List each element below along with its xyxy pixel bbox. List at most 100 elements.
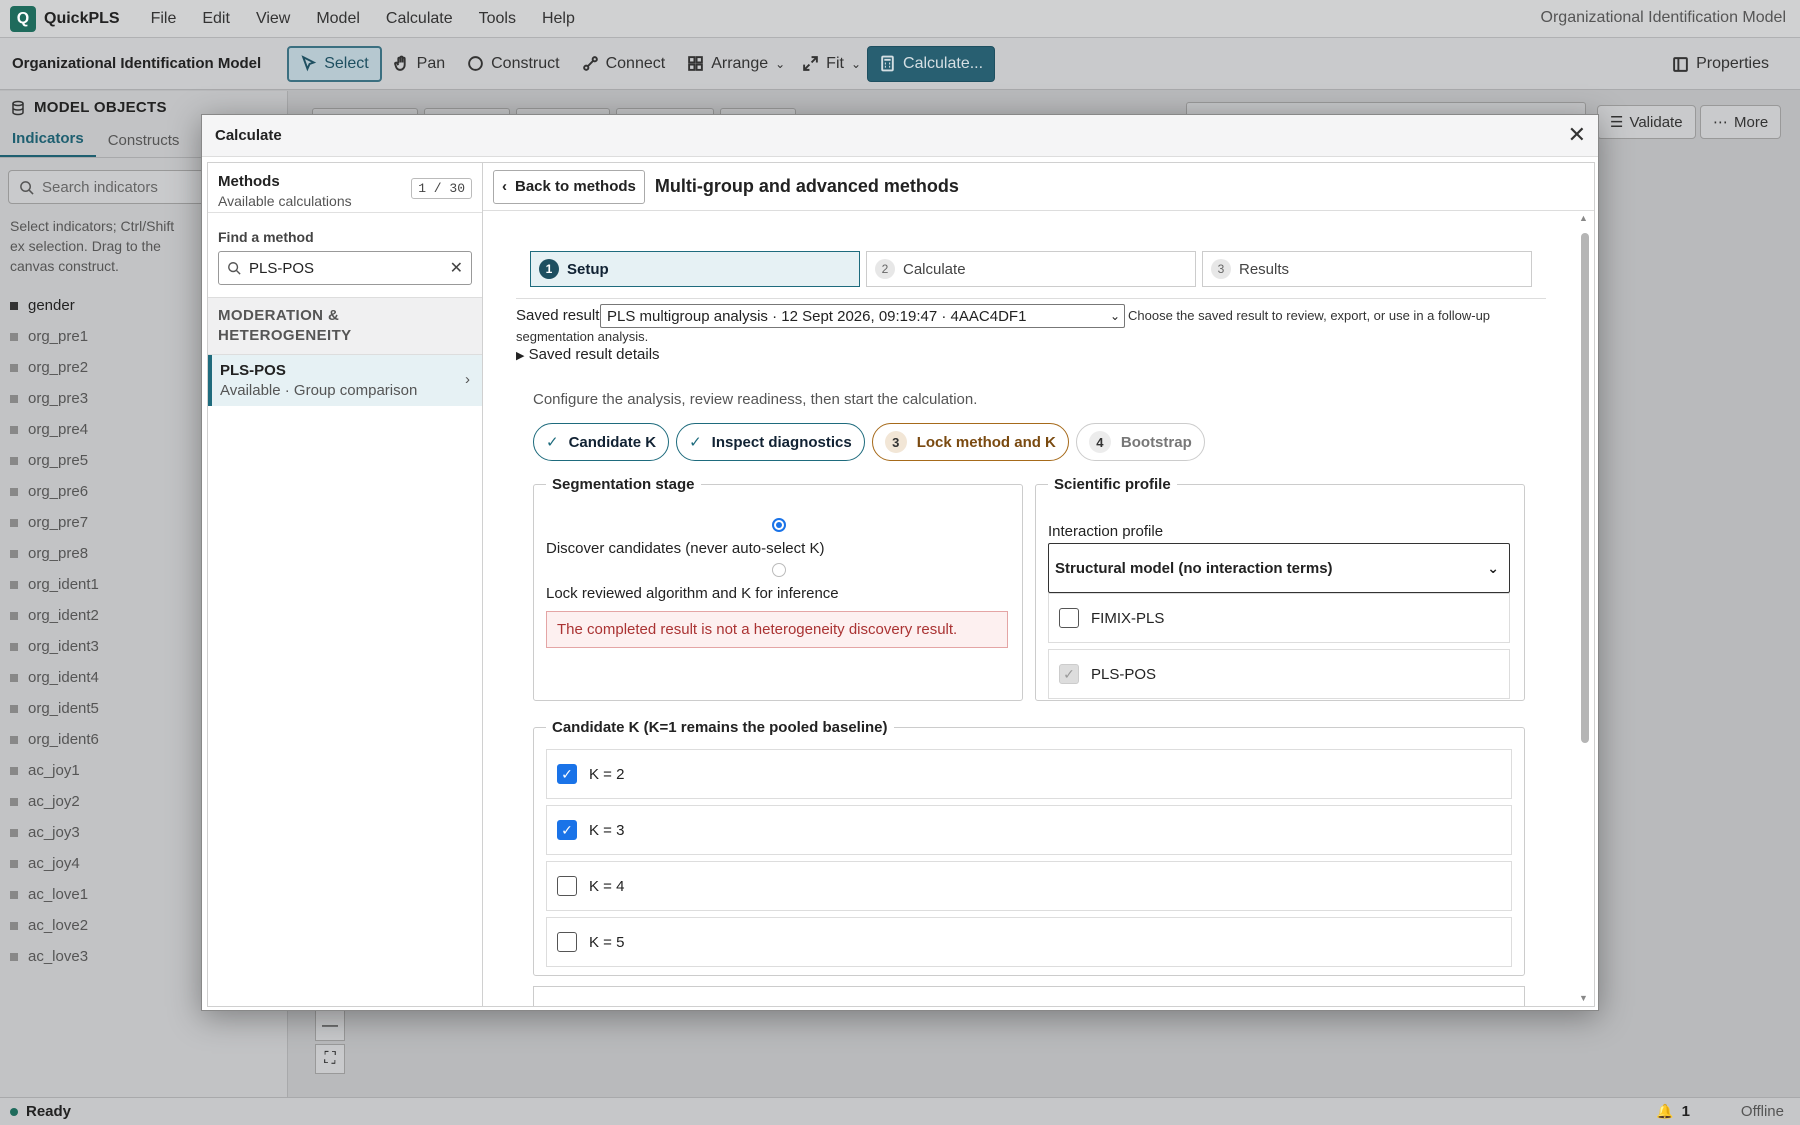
more-button[interactable]: ⋯ More <box>1700 105 1782 139</box>
indicator-label: org_pre8 <box>28 545 89 562</box>
content-scrollbar[interactable]: ▲ ▼ <box>1579 213 1591 1003</box>
indicator-square-icon <box>10 797 18 806</box>
fullscreen-icon: ⛶ <box>324 1050 336 1067</box>
properties-button[interactable]: Properties <box>1661 46 1780 82</box>
step-number: 2 <box>875 259 895 279</box>
menu-edit[interactable]: Edit <box>189 10 243 28</box>
step-results[interactable]: 3 Results <box>1202 251 1532 287</box>
pill-label: Inspect diagnostics <box>711 433 852 451</box>
connect-tool-button[interactable]: Connect <box>571 46 677 82</box>
pill-lock-method[interactable]: 3 Lock method and K <box>871 423 1069 461</box>
panel-icon <box>1673 56 1688 72</box>
menu-calculate[interactable]: Calculate <box>373 10 466 28</box>
k4-checkbox[interactable] <box>557 876 577 896</box>
circle-icon <box>468 56 483 71</box>
back-label: Back to methods <box>515 178 636 195</box>
notifications[interactable]: 🔔 1 <box>1656 1103 1690 1120</box>
indicator-label: org_ident3 <box>28 638 99 655</box>
grid-icon <box>688 56 704 71</box>
main-toolbar: Organizational Identification Model Sele… <box>0 38 1800 90</box>
dialog-title: Calculate <box>202 115 1598 157</box>
indicator-square-icon <box>10 921 18 930</box>
step-setup[interactable]: 1 Setup <box>530 251 860 287</box>
fit-label: Fit <box>826 54 844 72</box>
construct-tool-button[interactable]: Construct <box>456 46 570 82</box>
saved-result-row: Saved result PLS multigroup analysis · 1… <box>516 304 1546 344</box>
menu-help[interactable]: Help <box>529 10 588 28</box>
window-title: Organizational Identification Model <box>1540 9 1786 26</box>
saved-result-details-toggle[interactable]: ▶ Saved result details <box>516 346 660 363</box>
scroll-thumb[interactable] <box>1581 233 1589 743</box>
menu-file[interactable]: File <box>138 10 190 28</box>
check-icon: ✓ <box>689 434 702 451</box>
indicator-square-icon <box>10 363 18 372</box>
pan-tool-button[interactable]: Pan <box>382 46 456 82</box>
validate-button[interactable]: ☰ Validate <box>1597 105 1696 139</box>
method-item-pls-pos[interactable]: PLS-POS Available · Group comparison › <box>208 355 482 406</box>
fimix-option[interactable]: FIMIX-PLS <box>1048 593 1510 643</box>
k-option[interactable]: K = 5 <box>546 917 1512 967</box>
clear-search-icon[interactable]: ✕ <box>450 258 463 278</box>
content-title: Multi-group and advanced methods <box>654 176 959 196</box>
menu-model[interactable]: Model <box>303 10 373 28</box>
k-option[interactable]: ✓ K = 2 <box>546 749 1512 799</box>
radio-lock[interactable] <box>772 563 786 577</box>
fit-chevron-down-icon[interactable]: ⌄ <box>851 57 861 71</box>
connect-icon <box>582 56 598 71</box>
step-label: Calculate <box>903 260 966 278</box>
cursor-icon <box>301 55 317 72</box>
scroll-down-icon[interactable]: ▼ <box>1579 993 1588 1003</box>
step-calculate[interactable]: 2 Calculate <box>866 251 1196 287</box>
candidate-k-legend: Candidate K (K=1 remains the pooled base… <box>552 719 888 736</box>
pill-candidate-k[interactable]: ✓ Candidate K <box>533 423 670 461</box>
tab-constructs[interactable]: Constructs <box>96 132 192 157</box>
details-label: Saved result details <box>528 346 660 363</box>
indicator-square-icon <box>10 301 18 310</box>
canvas-status-strip <box>1186 102 1586 114</box>
menu-bar: Q QuickPLS File Edit View Model Calculat… <box>0 0 1800 38</box>
menu-tools[interactable]: Tools <box>466 10 529 28</box>
indicator-square-icon <box>10 673 18 682</box>
fit-view-button[interactable]: ⛶ <box>315 1044 345 1074</box>
pill-bootstrap[interactable]: 4 Bootstrap <box>1075 423 1205 461</box>
back-to-methods-button[interactable]: ‹ Back to methods <box>493 169 645 204</box>
indicator-square-icon <box>10 735 18 744</box>
k-option[interactable]: ✓ K = 3 <box>546 805 1512 855</box>
fit-button[interactable]: Fit <box>791 46 855 82</box>
indicator-square-icon <box>10 828 18 837</box>
arrange-button[interactable]: Arrange <box>676 46 779 82</box>
menu-view[interactable]: View <box>243 10 303 28</box>
indicator-square-icon <box>10 549 18 558</box>
zoom-out-button[interactable]: — <box>315 1011 345 1041</box>
k2-checkbox[interactable]: ✓ <box>557 764 577 784</box>
interaction-profile-select[interactable]: Structural model (no interaction terms) … <box>1048 543 1510 593</box>
indicator-square-icon <box>10 859 18 868</box>
indicator-square-icon <box>10 704 18 713</box>
select-tool-button[interactable]: Select <box>287 45 382 82</box>
k-option[interactable]: K = 4 <box>546 861 1512 911</box>
indicator-label: ac_love2 <box>28 917 89 934</box>
saved-result-help-cont: segmentation analysis. <box>516 329 649 344</box>
pill-number: 4 <box>1088 431 1111 453</box>
radio-discover[interactable] <box>772 518 786 532</box>
chevron-down-icon: ⌄ <box>1487 559 1499 576</box>
saved-result-select[interactable]: PLS multigroup analysis · 12 Sept 2026, … <box>600 304 1125 328</box>
k-label: K = 2 <box>589 765 625 783</box>
method-item-desc: Available · Group comparison <box>220 382 418 399</box>
method-search-input[interactable]: PLS-POS ✕ <box>218 251 472 285</box>
k3-checkbox[interactable]: ✓ <box>557 820 577 840</box>
tab-indicators[interactable]: Indicators <box>0 130 96 157</box>
calculate-button[interactable]: Calculate... <box>867 45 996 82</box>
scientific-profile-group: Scientific profile Interaction profile S… <box>1035 476 1525 701</box>
k5-checkbox[interactable] <box>557 932 577 952</box>
k-label: K = 4 <box>589 877 625 895</box>
close-icon[interactable]: ✕ <box>1568 124 1586 146</box>
scroll-up-icon[interactable]: ▲ <box>1579 213 1588 223</box>
status-text: Ready <box>26 1103 72 1120</box>
pill-inspect-diagnostics[interactable]: ✓ Inspect diagnostics <box>676 423 865 461</box>
fimix-checkbox[interactable] <box>1059 608 1079 628</box>
k-label: K = 5 <box>589 933 625 951</box>
arrange-chevron-down-icon[interactable]: ⌄ <box>775 57 785 71</box>
indicator-label: org_pre4 <box>28 421 89 438</box>
indicator-label: ac_joy2 <box>28 793 80 810</box>
